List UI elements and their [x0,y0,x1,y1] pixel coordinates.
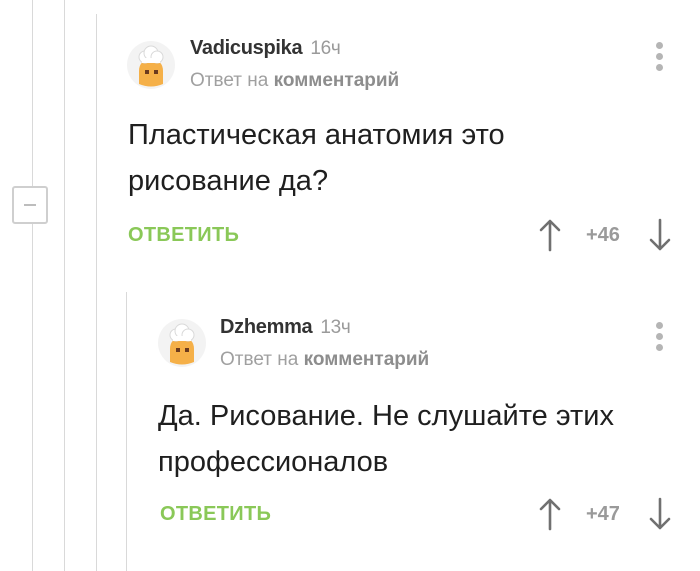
arrow-up-icon[interactable] [538,497,562,531]
rating-value: +47 [586,503,620,525]
reply-target-link[interactable]: комментарий [304,349,430,370]
comment-text: Да. Рисование. Не слушайте этих професси… [158,393,614,485]
reply-to-line: Ответ на комментарий [220,349,429,371]
more-vertical-icon[interactable] [654,322,664,356]
reply-prefix: Ответ на [220,349,299,370]
comment: Dzhemma 13ч Ответ на комментарий Да. Рисо… [0,0,700,571]
author-name[interactable]: Dzhemma [220,316,313,338]
comment-author[interactable]: Dzhemma 13ч [220,316,351,339]
comment-time: 13ч [320,317,351,338]
chef-avatar-icon [158,319,206,367]
comment-text-line: профессионалов [158,446,389,478]
comment-text-line: Да. Рисование. Не слушайте этих [158,400,614,432]
reply-button[interactable]: ОТВЕТИТЬ [160,503,271,526]
arrow-down-icon[interactable] [648,497,672,531]
